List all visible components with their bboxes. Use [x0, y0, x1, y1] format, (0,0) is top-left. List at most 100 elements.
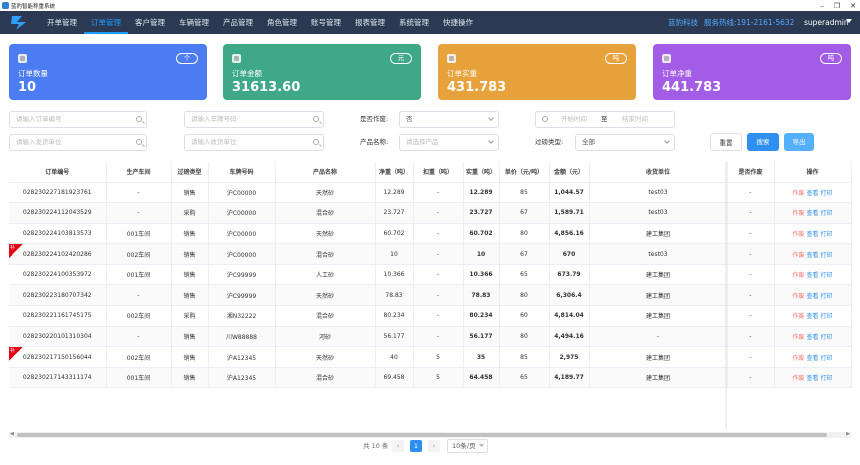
print-button[interactable]: 打印 [821, 272, 833, 279]
card-icon [447, 54, 456, 63]
close-icon[interactable]: ✕ [850, 2, 856, 10]
void-button[interactable]: 作废 [792, 375, 804, 382]
void-button[interactable]: 作废 [792, 190, 804, 197]
summary-card-3: 吨订单净重 441.783 [653, 44, 851, 100]
cell-workshop: 001车间 [106, 264, 172, 286]
void-button[interactable]: 作废 [792, 313, 804, 320]
date-range-separator: 至 [601, 115, 608, 123]
void-button[interactable]: 作废 [792, 334, 804, 341]
nav-item-6[interactable]: 账号管理 [304, 11, 348, 34]
print-button[interactable]: 打印 [821, 210, 833, 217]
cell-product: 混合砂 [275, 305, 376, 327]
view-button[interactable]: 查看 [806, 355, 818, 362]
cell-net: 80.234 [375, 305, 414, 327]
cell-id: 028230224103813573 [9, 223, 107, 245]
main-nav: 开单管理 订单管理 客户管理 车辆管理 产品管理 角色管理 账号管理 报表管理 系统管理 快捷操作 [40, 11, 480, 34]
date-range-picker[interactable]: 开始时间 至 结束时间 [535, 111, 675, 128]
cell-amount: 4,189.77 [549, 367, 590, 389]
cell-receiver: test03 [589, 243, 728, 265]
print-button[interactable]: 打印 [821, 334, 833, 341]
view-button[interactable]: 查看 [806, 210, 818, 217]
void-button[interactable]: 作废 [792, 210, 804, 217]
view-button[interactable]: 查看 [806, 252, 818, 259]
view-button[interactable]: 查看 [806, 375, 818, 382]
prev-page-button[interactable]: ‹ [392, 440, 404, 452]
cell-id: 028230224102420286 [9, 243, 107, 265]
print-button[interactable]: 打印 [821, 375, 833, 382]
void-select[interactable]: 否 [399, 111, 499, 128]
page-size-select[interactable]: 10条/页 [447, 439, 488, 453]
user-menu[interactable]: superadmin [804, 11, 849, 34]
scroll-left-icon[interactable]: ◀ [10, 431, 14, 437]
print-button[interactable]: 打印 [821, 252, 833, 259]
shipper-input[interactable]: 请输入发货单位 [9, 134, 147, 151]
export-button[interactable]: 导出 [784, 133, 814, 151]
card-value: 10 [18, 80, 37, 95]
card-unit-badge: 吨 [820, 53, 842, 64]
view-button[interactable]: 查看 [806, 313, 818, 320]
summary-card-0: 个订单数量 10 [9, 44, 207, 100]
print-button[interactable]: 打印 [821, 313, 833, 320]
nav-item-5[interactable]: 角色管理 [260, 11, 304, 34]
void-label: 是否作废: [360, 115, 389, 123]
cell-receiver: 建工集团 [589, 367, 728, 389]
cell-deduct: 5 [413, 346, 464, 368]
search-icon [136, 116, 142, 122]
nav-item-0[interactable]: 开单管理 [40, 11, 84, 34]
view-button[interactable]: 查看 [806, 190, 818, 197]
cell-deduct: 5 [413, 367, 464, 389]
cell-type: 销售 [171, 182, 209, 204]
scrollbar-thumb[interactable] [17, 433, 827, 437]
horizontal-scrollbar[interactable]: ◀ ▶ [9, 431, 851, 438]
view-button[interactable]: 查看 [806, 334, 818, 341]
cell-net: 10.366 [375, 264, 414, 286]
nav-item-2[interactable]: 客户管理 [128, 11, 172, 34]
nav-item-3[interactable]: 车辆管理 [172, 11, 216, 34]
cell-deduct: - [413, 182, 464, 204]
void-button[interactable]: 作废 [792, 252, 804, 259]
nav-item-7[interactable]: 报表管理 [348, 11, 392, 34]
cell-workshop: - [106, 202, 172, 224]
print-button[interactable]: 打印 [821, 293, 833, 300]
view-button[interactable]: 查看 [806, 272, 818, 279]
cell-product: 天然砂 [275, 182, 376, 204]
cell-id: 028230217150156044 [9, 346, 107, 368]
nav-item-1[interactable]: 订单管理 [84, 11, 128, 34]
minimize-icon[interactable]: – [820, 2, 824, 10]
plate-number-input[interactable]: 请输入车牌号码 [184, 111, 324, 128]
receiver-input[interactable]: 请输入收货单位 [184, 134, 324, 151]
column-header: 过磅类型 [171, 162, 209, 183]
nav-item-4[interactable]: 产品管理 [216, 11, 260, 34]
next-page-button[interactable]: › [428, 440, 440, 452]
search-button[interactable]: 搜索 [747, 133, 779, 151]
void-button[interactable]: 作废 [792, 272, 804, 279]
cell-plate: 湘N32222 [208, 305, 276, 327]
cell-actions: 作废 查看 打印 [774, 284, 852, 307]
weigh-type-select[interactable]: 全部 [575, 134, 675, 151]
void-button[interactable]: 作废 [792, 355, 804, 362]
reset-button[interactable]: 重置 [710, 133, 742, 151]
scroll-right-icon[interactable]: ▶ [846, 431, 850, 437]
view-button[interactable]: 查看 [806, 231, 818, 238]
print-button[interactable]: 打印 [821, 190, 833, 197]
product-select[interactable]: 请选择产品 [399, 134, 499, 151]
cell-net: 69.458 [375, 367, 414, 389]
print-button[interactable]: 打印 [821, 231, 833, 238]
shipper-placeholder: 请输入发货单位 [16, 138, 62, 146]
cell-id: 028230227181923761 [9, 182, 107, 204]
order-number-input[interactable]: 请输入订单编号 [9, 111, 147, 128]
restore-icon[interactable]: ❐ [834, 2, 840, 10]
page-1-button[interactable]: 1 [410, 440, 422, 452]
print-button[interactable]: 打印 [821, 355, 833, 362]
caret-down-icon[interactable] [846, 19, 852, 23]
nav-item-9[interactable]: 快捷操作 [436, 11, 480, 34]
void-button[interactable]: 作废 [792, 293, 804, 300]
void-button[interactable]: 作废 [792, 231, 804, 238]
cell-actual: 78.83 [463, 284, 500, 307]
cell-actions: 作废 查看 打印 [774, 202, 852, 224]
cell-type: 销售 [171, 243, 209, 265]
cell-actions: 作废 查看 打印 [774, 367, 852, 389]
nav-item-8[interactable]: 系统管理 [392, 11, 436, 34]
cell-void: - [727, 202, 775, 224]
view-button[interactable]: 查看 [806, 293, 818, 300]
